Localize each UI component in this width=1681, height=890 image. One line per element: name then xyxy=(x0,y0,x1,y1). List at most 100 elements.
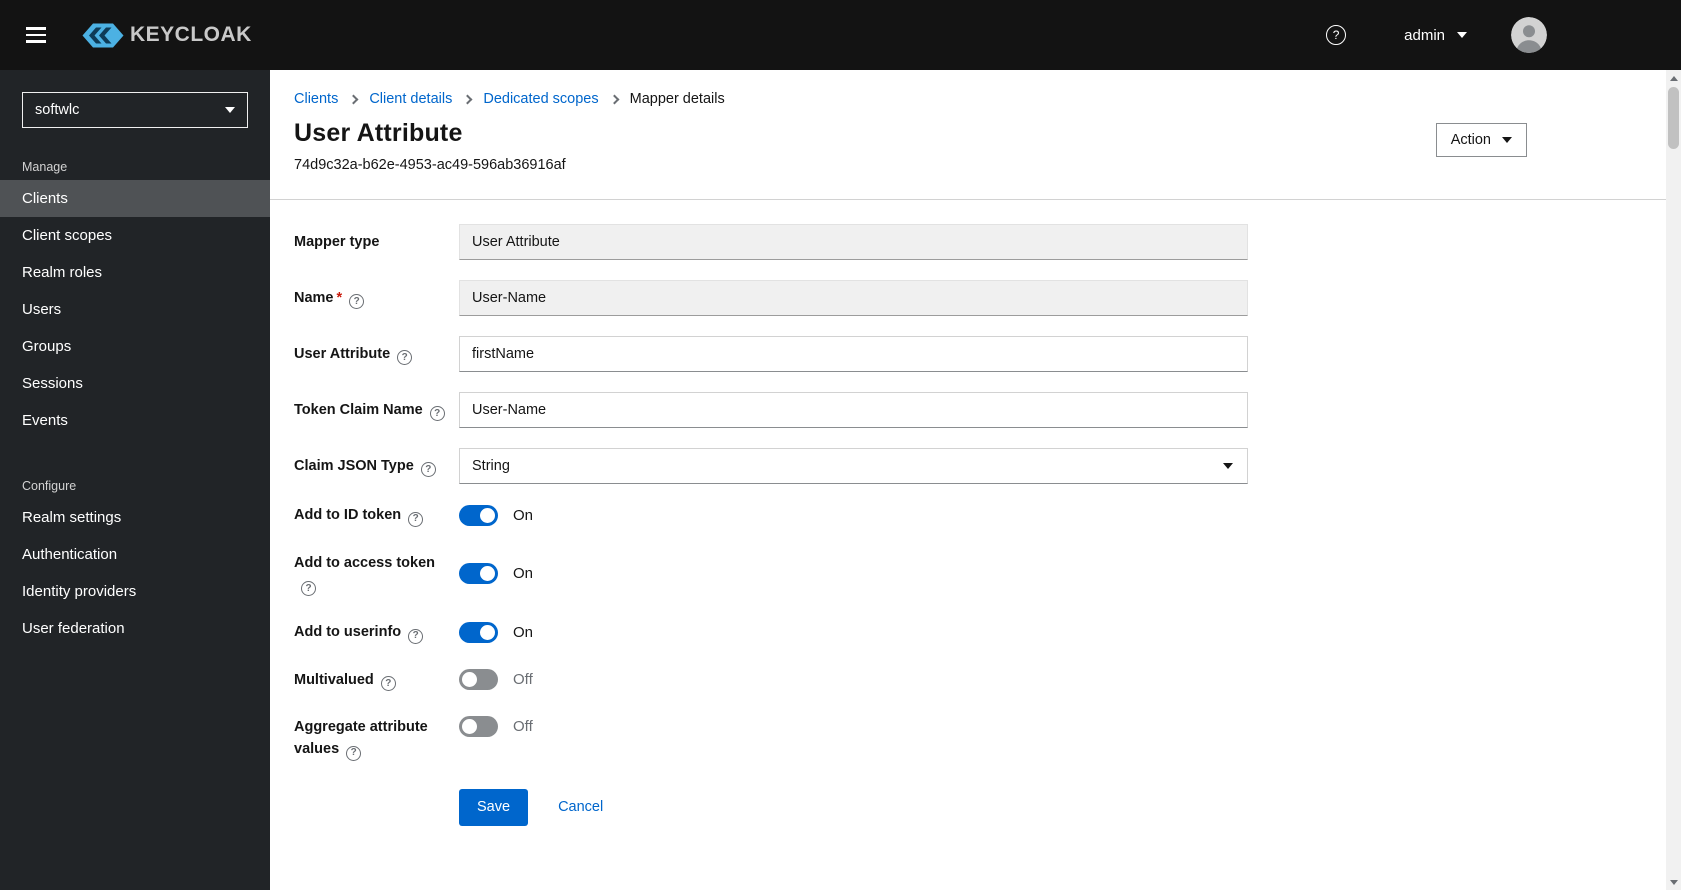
form-row-aggregate-attribute-values: Aggregate attribute values Off xyxy=(294,716,1657,761)
brand-wordmark: KEYCLOAK xyxy=(130,23,252,46)
toggle-knob xyxy=(480,566,495,582)
token-claim-name-input[interactable] xyxy=(459,392,1248,428)
keycloak-logo-icon xyxy=(82,23,124,47)
add-to-access-token-state: On xyxy=(513,565,534,583)
main-content: Clients Client details Dedicated scopes … xyxy=(270,70,1681,890)
sidebar-item-events[interactable]: Events xyxy=(0,402,270,439)
app-header: KEYCLOAK admin xyxy=(0,0,1681,70)
scroll-up-button[interactable] xyxy=(1666,70,1681,86)
mapper-id: 74d9c32a-b62e-4953-ac49-596ab36916af xyxy=(294,157,566,173)
multivalued-toggle[interactable] xyxy=(459,669,498,691)
form-row-token-claim-name: Token Claim Name xyxy=(294,392,1657,428)
form-row-name: Name * xyxy=(294,280,1657,316)
save-button[interactable]: Save xyxy=(459,788,529,826)
help-icon[interactable] xyxy=(1326,25,1347,45)
form-row-add-to-userinfo: Add to userinfo On xyxy=(294,621,1657,644)
page-title: User Attribute xyxy=(294,119,463,147)
sidebar: softwlc Manage Clients Client scopes Rea… xyxy=(0,70,270,890)
claim-json-type-select[interactable]: String xyxy=(459,448,1248,484)
avatar[interactable] xyxy=(1511,17,1547,53)
form-row-user-attribute: User Attribute xyxy=(294,336,1657,372)
user-menu[interactable]: admin xyxy=(1404,27,1467,44)
help-icon[interactable] xyxy=(420,462,436,478)
breadcrumb-dedicated-scopes[interactable]: Dedicated scopes xyxy=(483,91,598,107)
form-row-multivalued: Multivalued Off xyxy=(294,669,1657,691)
breadcrumb: Clients Client details Dedicated scopes … xyxy=(270,70,1681,107)
add-to-id-token-state: On xyxy=(513,506,534,524)
claim-json-type-value: String xyxy=(472,458,510,474)
form-row-mapper-type: Mapper type xyxy=(294,224,1657,260)
user-silhouette-icon xyxy=(1511,17,1547,53)
chevron-down-icon xyxy=(1223,463,1233,469)
toggle-knob xyxy=(480,624,495,640)
sidebar-item-authentication[interactable]: Authentication xyxy=(0,536,270,573)
aggregate-attribute-values-state: Off xyxy=(513,718,533,735)
mapper-form: Mapper type Name* User Attribute xyxy=(270,200,1681,850)
chevron-down-icon xyxy=(1502,137,1512,143)
user-attribute-input[interactable] xyxy=(459,336,1248,372)
mapper-type-input[interactable] xyxy=(459,224,1248,260)
breadcrumb-clients[interactable]: Clients xyxy=(294,91,338,107)
name-label: Name xyxy=(294,289,334,306)
toggle-knob xyxy=(480,507,495,523)
sidebar-item-client-scopes[interactable]: Client scopes xyxy=(0,217,270,254)
aggregate-attribute-values-toggle[interactable] xyxy=(459,716,498,737)
sidebar-item-user-federation[interactable]: User federation xyxy=(0,610,270,647)
form-row-add-to-access-token: Add to access token On xyxy=(294,552,1657,596)
realm-selector-value: softwlc xyxy=(35,102,80,118)
name-input[interactable] xyxy=(459,280,1248,316)
mapper-type-label: Mapper type xyxy=(294,234,380,250)
sidebar-item-users[interactable]: Users xyxy=(0,291,270,328)
help-icon[interactable] xyxy=(301,581,316,596)
chevron-right-icon xyxy=(462,94,473,104)
chevron-down-icon xyxy=(225,107,235,113)
add-to-userinfo-toggle[interactable] xyxy=(459,621,498,643)
nav-section-configure: Configure xyxy=(22,479,77,493)
chevron-right-icon xyxy=(609,94,620,104)
multivalued-label: Multivalued xyxy=(294,671,374,688)
help-icon[interactable] xyxy=(346,745,362,761)
sidebar-item-groups[interactable]: Groups xyxy=(0,328,270,365)
help-icon[interactable] xyxy=(380,676,396,691)
menu-toggle-icon[interactable] xyxy=(26,27,46,43)
sidebar-item-identity-providers[interactable]: Identity providers xyxy=(0,573,270,610)
action-dropdown-label: Action xyxy=(1450,132,1491,148)
scroll-down-button[interactable] xyxy=(1666,874,1681,890)
cancel-button[interactable]: Cancel xyxy=(558,799,603,815)
arrow-up-icon xyxy=(1669,75,1678,81)
form-row-claim-json-type: Claim JSON Type String xyxy=(294,448,1657,484)
toggle-knob xyxy=(462,672,477,688)
add-to-access-token-toggle[interactable] xyxy=(459,563,498,585)
help-icon[interactable] xyxy=(408,511,424,527)
sidebar-item-realm-settings[interactable]: Realm settings xyxy=(0,499,270,536)
add-to-userinfo-state: On xyxy=(513,623,534,641)
action-dropdown-button[interactable]: Action xyxy=(1435,123,1527,157)
multivalued-state: Off xyxy=(513,671,533,689)
chevron-down-icon xyxy=(1457,32,1467,38)
breadcrumb-client-details[interactable]: Client details xyxy=(369,91,452,107)
keycloak-logo: KEYCLOAK xyxy=(82,23,252,48)
breadcrumb-mapper-details: Mapper details xyxy=(629,91,725,107)
sidebar-item-clients[interactable]: Clients xyxy=(0,180,270,217)
required-marker: * xyxy=(336,289,343,306)
nav-section-manage: Manage xyxy=(22,160,68,174)
help-icon[interactable] xyxy=(349,294,365,310)
toggle-knob xyxy=(462,719,477,734)
help-icon[interactable] xyxy=(397,350,413,366)
help-icon[interactable] xyxy=(429,406,445,422)
sidebar-item-realm-roles[interactable]: Realm roles xyxy=(0,254,270,291)
help-icon[interactable] xyxy=(408,628,424,644)
add-to-id-token-label: Add to ID token xyxy=(294,507,402,523)
token-claim-name-label: Token Claim Name xyxy=(294,401,423,418)
user-menu-label: admin xyxy=(1404,26,1445,44)
add-to-id-token-toggle[interactable] xyxy=(459,504,498,526)
sidebar-item-sessions[interactable]: Sessions xyxy=(0,365,270,402)
scrollbar-thumb[interactable] xyxy=(1668,87,1679,149)
form-row-add-to-id-token: Add to ID token On xyxy=(294,504,1657,527)
vertical-scrollbar[interactable] xyxy=(1666,70,1681,890)
add-to-userinfo-label: Add to userinfo xyxy=(294,624,402,640)
user-attribute-label: User Attribute xyxy=(294,345,391,362)
realm-selector[interactable]: softwlc xyxy=(22,92,248,128)
add-to-access-token-label: Add to access token xyxy=(294,554,436,571)
chevron-right-icon xyxy=(348,94,359,104)
